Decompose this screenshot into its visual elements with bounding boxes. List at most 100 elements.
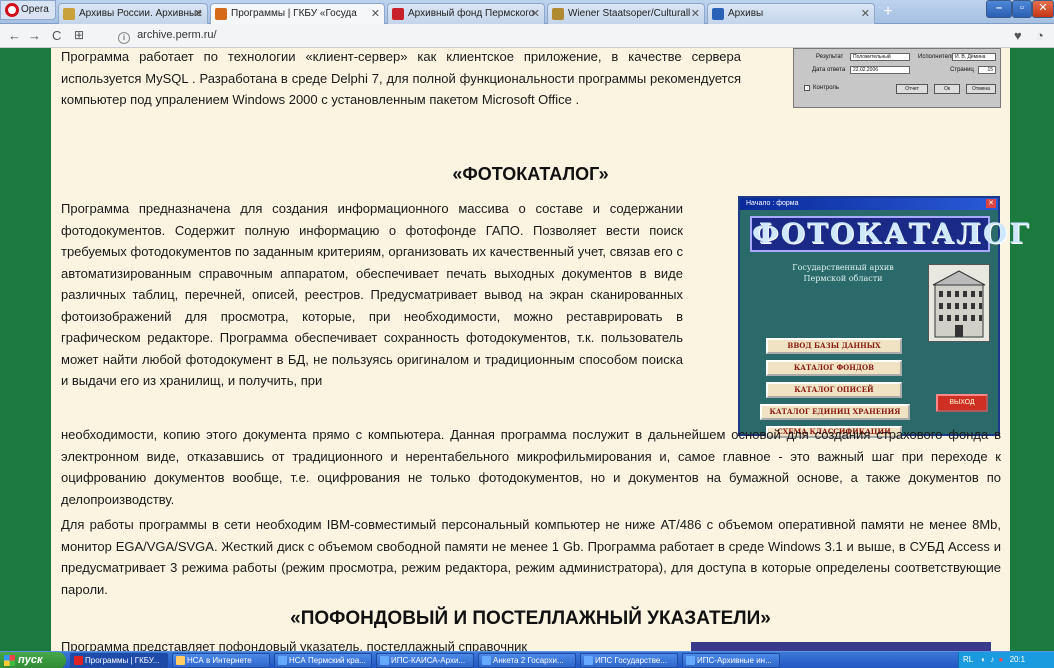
date-label: Дата ответа [812, 67, 846, 73]
tab-perm-archive-fund[interactable]: Архивный фонд Пермского ✕ [387, 3, 545, 24]
app-task-icon [278, 656, 287, 665]
task-label: ИПС-КАИСА-Архи... [391, 656, 466, 665]
tab-label: Архивы России. Архивные [79, 8, 202, 19]
bookmark-heart-icon[interactable]: ♥ [1014, 28, 1022, 43]
document-favicon-icon [215, 8, 227, 20]
folder-task-icon [176, 656, 185, 665]
photocatalog-window-title: Начало : форма [746, 200, 799, 207]
tab-label: Архивы [728, 8, 764, 19]
new-tab-plus-icon[interactable]: + [878, 4, 898, 22]
pages-label: Страниц [950, 67, 974, 73]
pages-field: 15 [978, 66, 996, 74]
task-label: Анкета 2 Госархи... [493, 656, 564, 665]
forward-arrow-icon[interactable]: → [28, 28, 41, 43]
close-tab-icon[interactable]: ✕ [531, 7, 540, 20]
start-button[interactable]: пуск [0, 652, 66, 668]
right-page-margin [1036, 48, 1054, 651]
opera-tray-icon[interactable]: ● [998, 655, 1003, 664]
report-button: Отчет [896, 84, 928, 94]
taskbar-item-survey[interactable]: Анкета 2 Госархи... [478, 653, 576, 668]
subtitle-line-2: Пермской области [803, 274, 883, 283]
page-viewport: Результат Положительный Исполнитель И. В… [0, 48, 1054, 651]
control-checkbox [804, 85, 810, 91]
archives-favicon-icon [63, 8, 75, 20]
cancel-button: Отмена [966, 84, 996, 94]
tab-label: Wiener Staatsoper/Culturall [568, 8, 691, 19]
section-title-indexes: «ПОФОНДОВЫЙ И ПОСТЕЛЛАЖНЫЙ УКАЗАТЕЛИ» [290, 608, 771, 629]
indexes-partial-paragraph: Программа представляет пофондовый указат… [61, 639, 528, 651]
photocatalog-description: Программа предназначена для создания инф… [61, 201, 683, 388]
red-doc-favicon-icon [392, 8, 404, 20]
network-icon[interactable]: ◐ [981, 655, 986, 664]
extensions-icon[interactable]: ◔ [1036, 28, 1044, 43]
reload-icon[interactable]: C [52, 28, 61, 43]
language-indicator[interactable]: RL [963, 655, 973, 664]
archive-building-image [928, 264, 990, 342]
url-field[interactable]: i archive.perm.ru/ [118, 27, 1018, 45]
back-arrow-icon[interactable]: ← [8, 28, 21, 43]
taskbar-item-ips-state[interactable]: ИПС Государстве... [580, 653, 678, 668]
system-tray: RL ◐ ♪ ● 20:1 [958, 652, 1054, 668]
tab-label: Программы | ГКБУ «Госуда [231, 8, 357, 19]
opera-house-favicon-icon [552, 8, 564, 20]
address-bar: ← → C ⊞ i archive.perm.ru/ ♥ ◔ [0, 24, 1054, 48]
page-content: Результат Положительный Исполнитель И. В… [51, 48, 1031, 651]
tab-archives-russia[interactable]: Архивы России. Архивные ✕ [58, 3, 208, 24]
photocatalog-close-icon: ✕ [986, 199, 996, 208]
task-label: ИПС Государстве... [595, 656, 667, 665]
photocatalog-subtitle: Государственный архив Пермской области [768, 262, 918, 284]
minimize-window-icon[interactable]: – [986, 0, 1012, 18]
inventories-catalog-button: КАТАЛОГ ОПИСЕЙ [766, 382, 902, 398]
close-tab-icon[interactable]: ✕ [691, 7, 700, 20]
opera-menu-label: Opera [21, 4, 49, 15]
photocatalog-brand: ФОТОКАТАЛОГ [750, 216, 1031, 252]
exit-button: ВЫХОД [936, 394, 988, 412]
settings-dialog-screenshot: Результат Положительный Исполнитель И. В… [793, 48, 1001, 108]
task-label: НСА Пермский кра... [289, 656, 366, 665]
opera-logo-icon [5, 3, 19, 17]
storage-units-catalog-button: КАТАЛОГ ЕДИНИЦ ХРАНЕНИЯ [760, 404, 910, 420]
close-window-icon[interactable]: ✕ [1032, 0, 1054, 18]
close-tab-icon[interactable]: ✕ [194, 7, 203, 20]
app-task-icon [380, 656, 389, 665]
opera-task-icon [74, 656, 83, 665]
funds-catalog-button: КАТАЛОГ ФОНДОВ [766, 360, 902, 376]
photocatalog-titlebar: Начало : форма ✕ [740, 198, 998, 210]
partial-banner-image [691, 642, 991, 651]
subtitle-line-1: Государственный архив [792, 263, 894, 272]
taskbar-item-ips-archive[interactable]: ИПС-Архивные ин... [682, 653, 780, 668]
clock: 20:1 [1009, 655, 1026, 664]
tab-archives[interactable]: Архивы ✕ [707, 3, 875, 24]
windows-flag-icon [4, 655, 15, 666]
ok-button: Ок [934, 84, 960, 94]
building-drawing-icon [932, 270, 986, 338]
taskbar-item-ips-kaisa[interactable]: ИПС-КАИСА-Архи... [376, 653, 474, 668]
tab-wiener-staatsoper[interactable]: Wiener Staatsoper/Culturall ✕ [547, 3, 705, 24]
executor-field: И. В. Дёмина [952, 53, 996, 61]
start-label: пуск [18, 654, 43, 666]
browser-tab-strip: Opera Архивы России. Архивные ✕ Программ… [0, 0, 1054, 24]
close-tab-icon[interactable]: ✕ [861, 7, 870, 20]
volume-icon[interactable]: ♪ [990, 655, 994, 664]
taskbar-item-programs[interactable]: Программы | ГКБУ... [70, 653, 168, 668]
taskbar-item-nsa-internet[interactable]: НСА в Интернете [172, 653, 270, 668]
db-input-button: ВВОД БАЗЫ ДАННЫХ [766, 338, 902, 354]
task-label: НСА в Интернете [187, 656, 252, 665]
opera-menu-button[interactable]: Opera [0, 0, 56, 20]
photocatalog-description-continued: необходимости, копию этого документа пря… [61, 427, 1001, 507]
site-info-icon[interactable]: i [118, 32, 130, 44]
maximize-window-icon[interactable]: ▫ [1012, 0, 1032, 18]
app-task-icon [482, 656, 491, 665]
task-label: Программы | ГКБУ... [85, 656, 160, 665]
control-label: Контроль [813, 85, 840, 91]
section-title-photocatalog: «ФОТОКАТАЛОГ» [452, 164, 609, 184]
taskbar-item-nsa-perm[interactable]: НСА Пермский кра... [274, 653, 372, 668]
tab-programs[interactable]: Программы | ГКБУ «Госуда ✕ [210, 3, 385, 24]
app-task-icon [584, 656, 593, 665]
photocatalog-app-screenshot: Начало : форма ✕ ФОТОКАТАЛОГ Государстве… [738, 196, 1031, 438]
close-tab-icon[interactable]: ✕ [371, 7, 380, 20]
result-label: Результат [816, 54, 844, 60]
url-text: archive.perm.ru/ [137, 29, 217, 41]
speed-dial-grid-icon[interactable]: ⊞ [74, 28, 84, 42]
executor-label: Исполнитель [918, 54, 955, 60]
